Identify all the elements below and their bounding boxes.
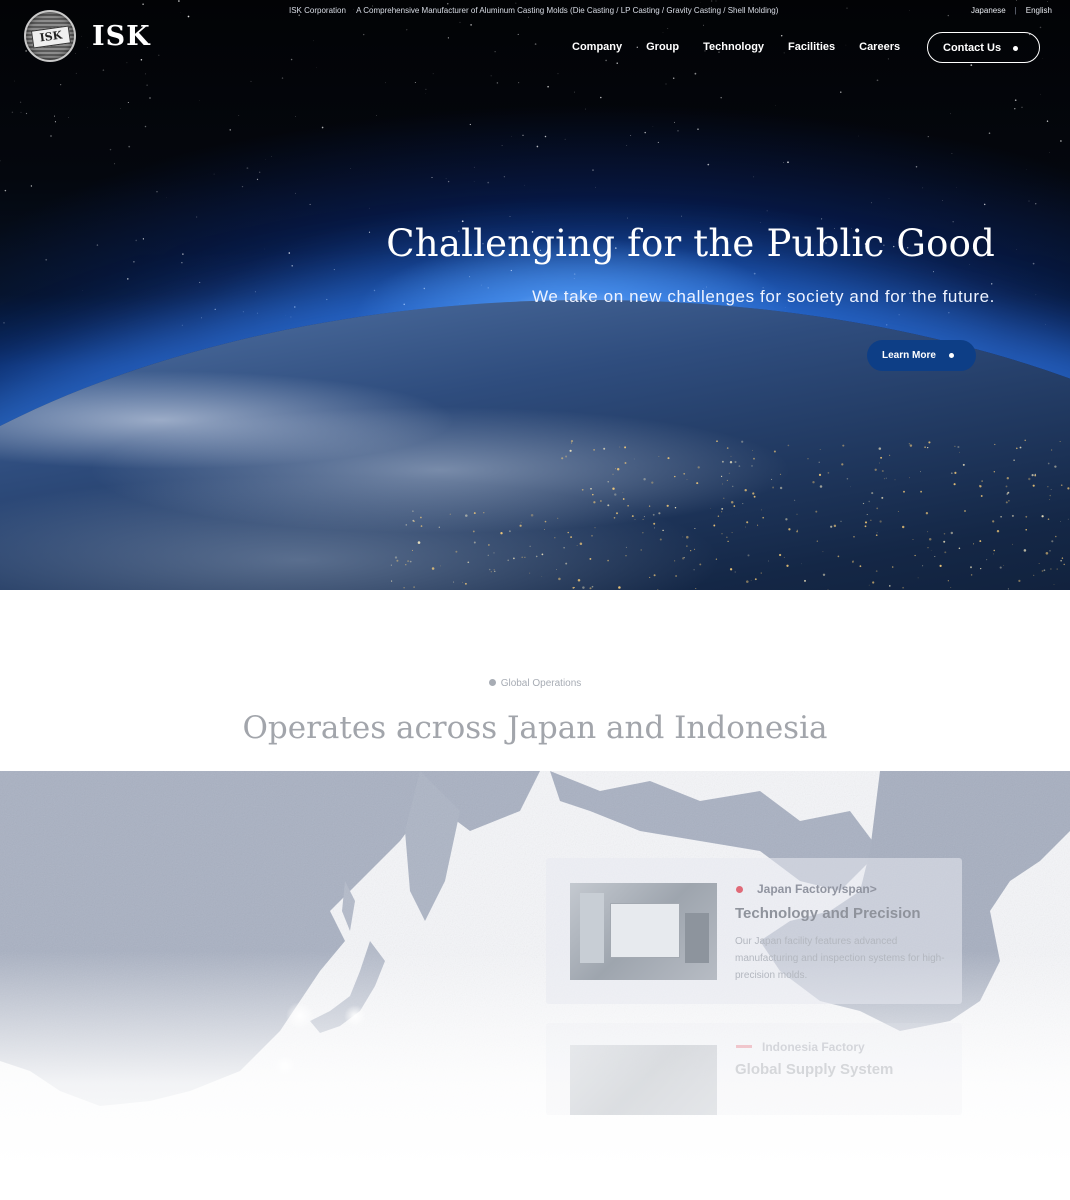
section-label: Global Operations xyxy=(0,678,1070,689)
contact-button-label: Contact Us xyxy=(943,41,1002,54)
nav-group[interactable]: Group xyxy=(646,41,679,53)
main-nav: Company Group Technology Facilities Care… xyxy=(572,41,900,53)
card-tag-text: Japan Factory/span> xyxy=(757,882,877,896)
learn-more-label: Learn More xyxy=(882,350,936,361)
card-title: Technology and Precision xyxy=(735,905,921,922)
logo[interactable]: ISK ISK xyxy=(24,10,151,62)
nav-careers[interactable]: Careers xyxy=(859,41,900,53)
logo-badge-icon: ISK xyxy=(24,10,76,62)
contact-button[interactable]: Contact Us xyxy=(927,32,1040,63)
lang-japanese[interactable]: Japanese xyxy=(971,6,1006,15)
lang-english[interactable]: English xyxy=(1026,6,1052,15)
dot-icon xyxy=(1013,46,1018,51)
hero-subtitle: We take on new challenges for society an… xyxy=(532,287,995,306)
learn-more-button[interactable]: Learn More xyxy=(867,340,976,371)
factory-card-indonesia[interactable]: Indonesia Factory Global Supply System xyxy=(546,1023,962,1115)
hero-section: ISK Corporation A Comprehensive Manufact… xyxy=(0,0,1070,590)
card-tag: Indonesia Factory xyxy=(736,1040,865,1054)
bullet-icon xyxy=(488,679,496,686)
nav-technology[interactable]: Technology xyxy=(703,41,764,53)
red-dot-icon xyxy=(736,886,743,893)
factory-photo xyxy=(570,1045,717,1115)
factory-card-japan[interactable]: Japan Factory/span> Technology and Preci… xyxy=(546,858,962,1004)
tagline: ISK Corporation A Comprehensive Manufact… xyxy=(289,6,778,15)
card-description: Our Japan facility features advanced man… xyxy=(735,936,945,981)
company-name: ISK Corporation xyxy=(289,6,346,15)
company-description: A Comprehensive Manufacturer of Aluminum… xyxy=(356,6,779,15)
section-label-text: Global Operations xyxy=(500,678,582,689)
card-tag: Japan Factory/span> xyxy=(736,882,877,896)
section-title: Operates across Japan and Indonesia xyxy=(242,710,828,746)
card-tag-text: Indonesia Factory xyxy=(762,1040,865,1054)
red-line-icon xyxy=(736,1045,752,1048)
card-title: Global Supply System xyxy=(735,1061,894,1078)
dot-icon xyxy=(949,353,954,358)
nav-facilities[interactable]: Facilities xyxy=(788,41,835,53)
factory-photo xyxy=(570,883,717,980)
logo-badge-text: ISK xyxy=(30,25,72,49)
top-bar: ISK Corporation A Comprehensive Manufact… xyxy=(0,0,1070,22)
lang-separator: | xyxy=(1014,6,1017,15)
hero-title: Challenging for the Public Good xyxy=(386,222,995,265)
nav-company[interactable]: Company xyxy=(572,41,622,53)
language-switcher: Japanese | English xyxy=(971,6,1052,15)
logo-wordmark: ISK xyxy=(92,20,151,52)
